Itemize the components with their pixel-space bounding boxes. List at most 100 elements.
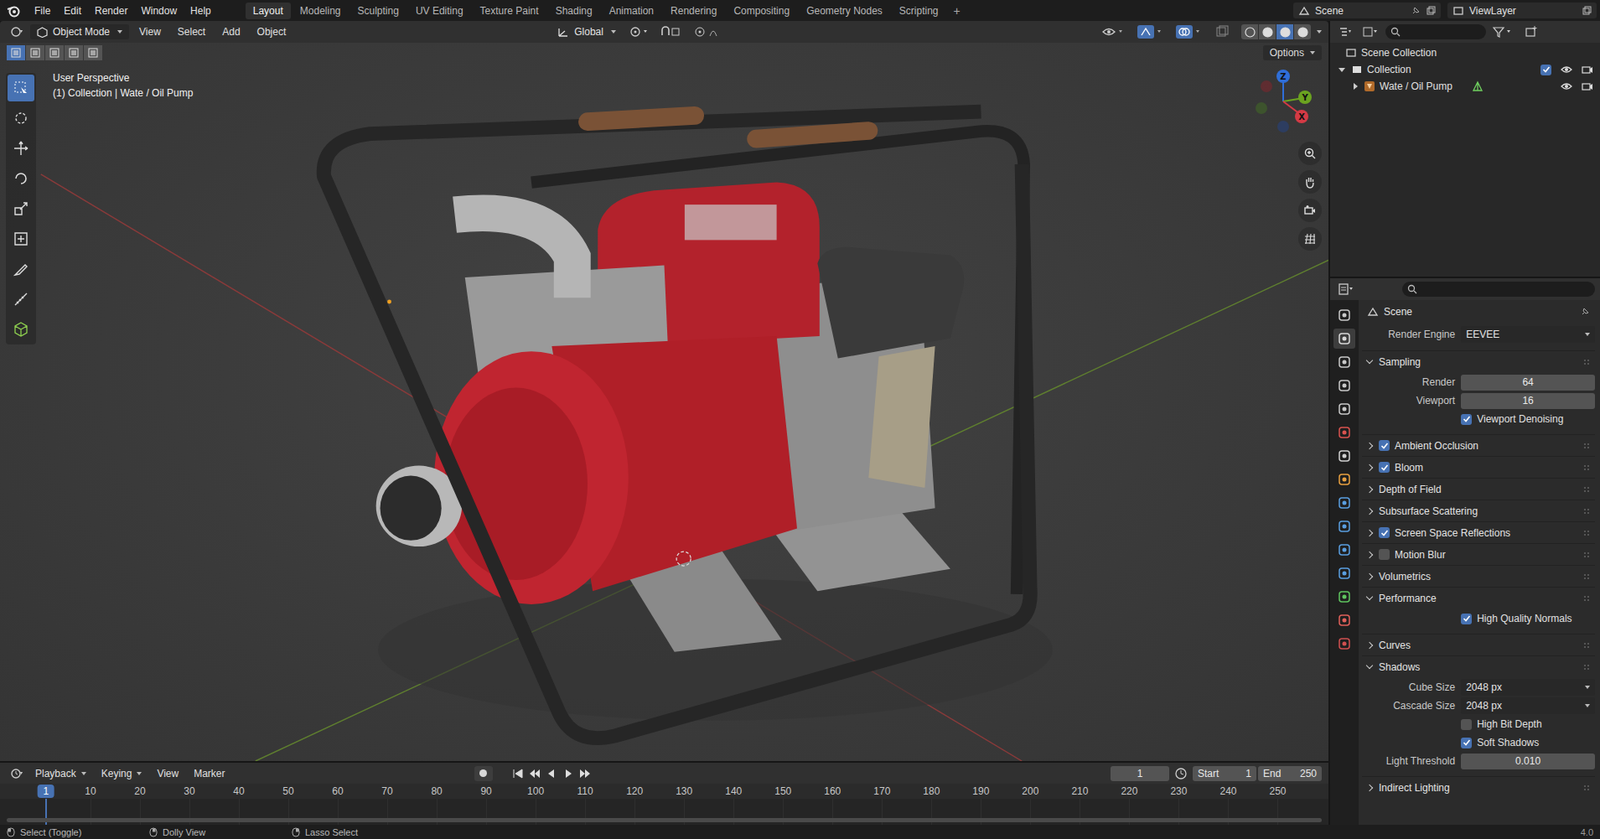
timeline-scrollbar[interactable] [6,818,1322,823]
end-frame-field[interactable]: End250 [1258,766,1322,782]
tool-button[interactable] [7,134,35,162]
timeline-menu[interactable]: Playback [28,766,94,782]
dropdown-field[interactable]: 2048 px [1460,697,1595,715]
playback-icon[interactable] [544,767,559,780]
menu-item[interactable]: Edit [57,2,88,20]
select-mode-button[interactable] [25,45,45,61]
panel-header[interactable]: Sampling [1361,350,1595,373]
start-frame-field[interactable]: Start1 [1192,766,1257,782]
workspace-tab[interactable]: Animation [601,2,662,20]
shading-mode-button[interactable] [1258,24,1276,40]
playback-icon[interactable] [578,767,592,780]
properties-tab[interactable] [1333,328,1356,349]
workspace-tab[interactable]: UV Editing [408,2,472,20]
add-workspace-button[interactable]: + [947,2,967,20]
property-checkbox[interactable]: Soft Shadows [1460,736,1595,749]
editor-type-button[interactable] [1335,281,1357,297]
select-mode-button[interactable] [64,45,83,61]
mode-dropdown[interactable]: Object Mode [30,24,130,40]
playback-icon[interactable] [561,767,575,780]
view-layer-selector[interactable]: ViewLayer [1447,2,1597,19]
select-mode-button[interactable] [6,45,26,61]
timeline-menu[interactable]: Marker [186,766,232,782]
workspace-tab[interactable]: Sculpting [350,2,407,20]
pin-icon[interactable] [1410,5,1421,16]
panel-header[interactable]: Shadows [1361,655,1595,678]
panel-header[interactable]: Indirect Lighting [1361,776,1595,798]
number-field[interactable]: 64 [1460,374,1595,391]
navigation-gizmo[interactable]: ZYX [1247,66,1319,140]
current-frame-indicator[interactable]: 1 [36,784,55,798]
panel-checkbox[interactable] [1378,548,1390,560]
drag-grip-icon[interactable] [1583,551,1590,559]
shading-mode-button[interactable] [1276,24,1294,40]
menu-item[interactable]: Render [88,2,134,20]
properties-tab[interactable] [1333,445,1356,467]
blender-logo-icon[interactable] [6,4,21,18]
workspace-tab[interactable]: Geometry Nodes [798,2,891,20]
drag-grip-icon[interactable] [1583,442,1590,450]
render-engine-dropdown[interactable]: EEVEE [1460,326,1595,343]
drag-grip-icon[interactable] [1583,663,1590,671]
tool-button[interactable] [7,104,35,132]
panel-header[interactable]: Ambient Occlusion [1361,434,1595,456]
new-collection-icon[interactable] [1524,25,1538,38]
properties-tab[interactable] [1333,352,1356,373]
shading-caret-icon[interactable] [1316,30,1322,34]
properties-tab[interactable] [1333,563,1356,584]
panel-header[interactable]: Screen Space Reflections [1361,521,1595,544]
snap-icon[interactable] [659,25,685,38]
workspace-tab[interactable]: Compositing [725,2,798,20]
outliner-search[interactable] [1385,24,1487,40]
timeline-menu[interactable]: View [150,766,186,782]
timeline-ruler[interactable]: 1102030405060708090100110120130140150160… [0,783,1329,825]
filter-icon[interactable] [1492,25,1515,38]
workspace-tab[interactable]: Modeling [292,2,349,20]
render-camera-icon[interactable] [1581,64,1594,75]
workspace-tab[interactable]: Scripting [891,2,947,20]
panel-header[interactable]: Subsurface Scattering [1361,499,1595,522]
clock-icon[interactable] [1174,766,1188,781]
panel-header[interactable]: Curves [1361,633,1595,656]
checkbox[interactable] [1460,737,1472,749]
properties-tab[interactable] [1333,305,1356,326]
drag-grip-icon[interactable] [1583,529,1590,537]
drag-grip-icon[interactable] [1583,573,1590,580]
panel-header[interactable]: Bloom [1361,455,1595,478]
properties-tab[interactable] [1333,469,1356,490]
drag-grip-icon[interactable] [1583,486,1590,493]
editor-type-button[interactable] [6,766,27,782]
tool-button[interactable] [7,315,35,343]
zoom-button[interactable] [1298,141,1322,166]
properties-search[interactable] [1402,281,1595,297]
properties-tab[interactable] [1333,539,1356,560]
editor-type-button[interactable] [1335,24,1356,40]
checkbox[interactable] [1460,613,1472,625]
display-mode-button[interactable] [1358,24,1383,40]
drag-grip-icon[interactable] [1583,784,1590,792]
pin-icon[interactable] [1579,306,1590,317]
properties-tab[interactable] [1333,516,1356,537]
panel-checkbox[interactable] [1378,461,1390,473]
pan-button[interactable] [1298,170,1322,194]
panel-header[interactable]: Motion Blur [1361,543,1595,565]
auto-keying-button[interactable] [474,766,493,782]
duplicate-icon[interactable] [1425,5,1436,16]
checkbox[interactable] [1460,414,1472,425]
overlays-icon[interactable] [1175,25,1205,39]
dropdown-field[interactable]: 2048 px [1460,678,1595,696]
render-camera-icon[interactable] [1581,81,1594,92]
tool-button[interactable] [7,225,35,253]
number-field[interactable]: 0.010 [1460,753,1595,770]
playback-icon[interactable] [511,767,525,780]
properties-tab[interactable] [1333,586,1356,607]
gizmo-toggle-icon[interactable] [1137,25,1166,39]
menu-item[interactable]: Help [184,2,218,20]
workspace-tab[interactable]: Shading [548,2,601,20]
tool-button[interactable] [7,255,35,283]
expand-arrow-icon[interactable] [1338,67,1346,73]
select-mode-button[interactable] [45,45,64,61]
eye-icon[interactable] [1560,64,1573,75]
shading-mode-button[interactable] [1241,24,1259,40]
property-checkbox[interactable]: High Bit Depth [1460,718,1595,731]
